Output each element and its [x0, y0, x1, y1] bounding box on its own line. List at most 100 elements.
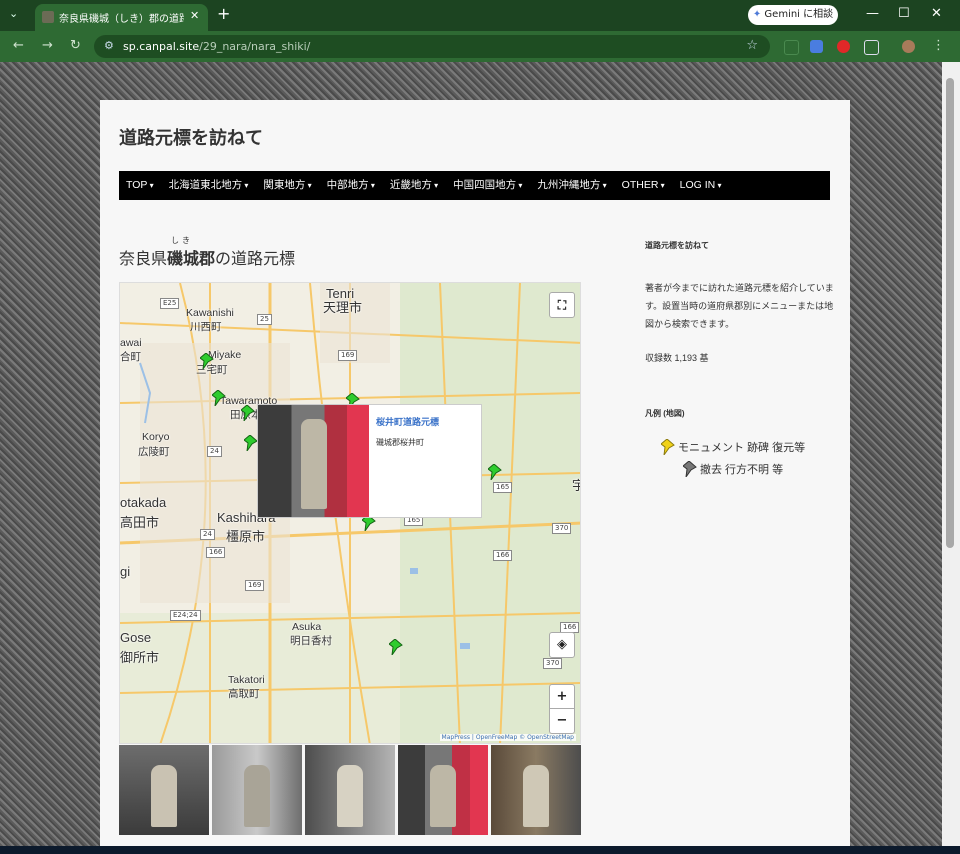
gallery-thumb[interactable] [119, 745, 209, 835]
post-title-bold: 磯城郡 [167, 251, 215, 268]
thumb-stone [151, 765, 177, 827]
pin-green-icon[interactable] [200, 353, 214, 369]
thumb-stone [244, 765, 270, 827]
map-label-u: 宇 [572, 475, 580, 494]
address-bar[interactable]: ⚙ sp.canpal.site/29_nara/nara_shiki/ ☆ [94, 35, 770, 58]
favicon-icon [42, 11, 54, 23]
gallery-thumb[interactable] [305, 745, 395, 835]
fullscreen-icon: ⛶ [557, 298, 567, 312]
post-title-bold-text: 磯城郡 [167, 251, 216, 268]
menu-kebab-icon[interactable]: ⋮ [932, 38, 945, 53]
pin-green-icon[interactable] [389, 639, 403, 655]
profile-avatar[interactable] [902, 40, 915, 53]
translate-icon[interactable] [810, 40, 823, 53]
minimize-icon[interactable]: — [866, 6, 879, 21]
map-label-tenri: 天理市 [323, 300, 363, 315]
extension-icon[interactable] [784, 40, 799, 55]
menu-item-kanto[interactable]: 関東地方 [256, 171, 311, 200]
map-label-kawanishi: 川西町 [190, 321, 222, 333]
new-tab-button[interactable]: + [217, 4, 230, 23]
back-icon[interactable]: ← [13, 38, 24, 53]
legend-removed: 撤去 行方不明 等 [683, 461, 835, 477]
popup-title-link[interactable]: 桜井町道路元標 [376, 415, 439, 428]
popup-photo[interactable] [258, 405, 369, 517]
map-label-takatori-en: Takatori [228, 674, 265, 686]
menu-item-kinki[interactable]: 近畿地方 [383, 171, 438, 200]
bookmark-star-icon[interactable]: ☆ [746, 38, 758, 53]
map-label-koryo: 広陵町 [138, 446, 170, 458]
menu-item-chugoku-shikoku[interactable]: 中国四国地方 [446, 171, 522, 200]
browser-tab-bar: ⌄ 奈良県磯城（しき）郡の道路元標 ✕ + ✦ Gemini に相談 — ☐ ✕ [0, 0, 960, 31]
site-info-icon[interactable]: ⚙ [104, 39, 114, 52]
map-label-gi: gi [120, 564, 131, 579]
menu-item-kyushu-okinawa[interactable]: 九州沖縄地方 [530, 171, 606, 200]
popup-photo-stone [301, 419, 327, 509]
site-title[interactable]: 道路元標を訪ねて [119, 124, 263, 150]
forward-icon[interactable]: → [42, 38, 53, 53]
zoom-in-button[interactable]: + [549, 684, 575, 710]
map-label-takada: 高田市 [120, 515, 160, 530]
road-sign: 25 [257, 314, 272, 325]
browser-tab[interactable]: 奈良県磯城（しき）郡の道路元標 ✕ [35, 4, 208, 31]
sidebar: 道路元標を訪ねて 著者が今までに訪れた道路元標を紹介しています。設置当時の道府県… [645, 240, 835, 477]
fullscreen-button[interactable]: ⛶ [549, 292, 575, 318]
thumb-stone [523, 765, 549, 827]
gemini-label: Gemini に相談 [764, 9, 834, 20]
pin-yellow-icon [661, 439, 675, 455]
extension-red-icon[interactable] [837, 40, 850, 53]
menu-item-other[interactable]: OTHER [615, 171, 665, 200]
sidebar-description: 著者が今までに訪れた道路元標を紹介しています。設置当時の道府県郡別にメニューまた… [645, 283, 834, 329]
locate-button[interactable]: ◈ [549, 632, 575, 658]
gemini-button[interactable]: ✦ Gemini に相談 [748, 5, 838, 25]
road-sign: 370 [552, 523, 572, 534]
legend-existing-label: モニュメント 跡碑 復元等 [678, 442, 806, 454]
maximize-icon[interactable]: ☐ [898, 6, 910, 21]
map-label-takatori: 高取町 [228, 688, 260, 700]
pin-green-icon[interactable] [488, 464, 502, 480]
page-scrollbar[interactable] [942, 62, 960, 854]
road-sign: 169 [338, 350, 358, 361]
road-sign: 24 [207, 446, 222, 457]
thumb-stone [430, 765, 456, 827]
popup-address: 磯城郡桜井町 [376, 438, 424, 447]
legend-existing: モニュメント 跡碑 復元等 [661, 439, 835, 455]
map-label-asuka-en: Asuka [292, 621, 322, 633]
post-title-prefix: 奈良県 [119, 251, 168, 268]
page-viewport: 道路元標を訪ねて TOP 北海道東北地方 関東地方 中部地方 近畿地方 中国四国… [0, 62, 942, 854]
map[interactable]: Tenri 天理市 Kawanishi 川西町 awai 合町 Miyake 三… [119, 282, 581, 744]
reload-icon[interactable]: ↻ [70, 38, 81, 53]
browser-toolbar: ← → ↻ ⚙ sp.canpal.site/29_nara/nara_shik… [0, 31, 960, 62]
menu-item-chubu[interactable]: 中部地方 [320, 171, 375, 200]
url-text: sp.canpal.site/29_nara/nara_shiki/ [123, 40, 310, 53]
zoom-out-button[interactable]: − [549, 708, 575, 734]
menu-item-top[interactable]: TOP [119, 171, 154, 200]
map-label-kawai: 合町 [120, 351, 141, 363]
map-label-takada-en: otakada [120, 495, 167, 510]
map-popup[interactable]: 桜井町道路元標 磯城郡桜井町 [257, 404, 482, 518]
photo-gallery [119, 745, 581, 835]
close-tab-icon[interactable]: ✕ [190, 9, 199, 22]
pin-green-icon[interactable] [212, 390, 226, 406]
pin-green-icon[interactable] [241, 405, 255, 421]
road-sign: 166 [206, 547, 226, 558]
menu-item-hokkaido-tohoku[interactable]: 北海道東北地方 [162, 171, 249, 200]
title-ruby: しき [171, 236, 193, 245]
url-host: sp.canpal.site [123, 40, 200, 53]
tab-title: 奈良県磯城（しき）郡の道路元標 [59, 14, 184, 25]
pin-green-icon[interactable] [244, 435, 258, 451]
close-window-icon[interactable]: ✕ [931, 6, 942, 21]
menu-item-login[interactable]: LOG IN [673, 171, 722, 200]
scrollbar-thumb[interactable] [946, 78, 954, 548]
road-sign: 166 [493, 550, 513, 561]
page-content: 道路元標を訪ねて TOP 北海道東北地方 関東地方 中部地方 近畿地方 中国四国… [100, 100, 850, 854]
road-sign: 169 [245, 580, 265, 591]
gallery-thumb[interactable] [212, 745, 302, 835]
gallery-thumb[interactable] [398, 745, 488, 835]
map-label-kawanishi-en: Kawanishi [186, 307, 234, 319]
tab-search-icon[interactable]: ⌄ [9, 7, 18, 20]
extensions-puzzle-icon[interactable] [864, 40, 879, 55]
map-attribution[interactable]: MapPress | OpenFreeMap © OpenStreetMap [439, 734, 576, 741]
gallery-thumb[interactable] [491, 745, 581, 835]
road-sign: 165 [493, 482, 513, 493]
map-label-koryo-en: Koryo [142, 431, 170, 443]
